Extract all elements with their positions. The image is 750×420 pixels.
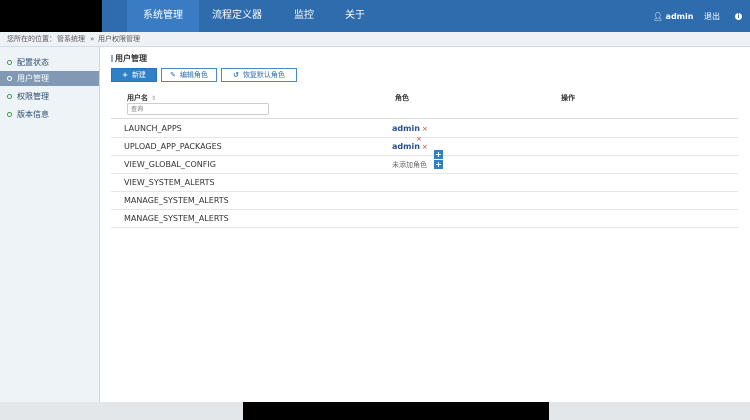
plus-icon: + [122,71,128,79]
row-username: LAUNCH_APPS [124,124,182,133]
sidebar-item-label: 配置状态 [17,58,49,67]
breadcrumb: 您所在的位置： 管系统理 » 用户权限管理 [0,32,750,47]
remove-role-icon[interactable]: × [422,143,428,151]
edit-role-button[interactable]: ✎ 编辑角色 [161,68,217,82]
sidebar-item-label: 用户管理 [17,74,49,83]
sidebar-item-version-info[interactable]: 版本信息 [0,107,99,122]
info-icon[interactable]: i [735,13,742,20]
username-label: admin [665,12,694,21]
nav-tab-monitor[interactable]: 监控 [280,0,328,32]
row-username: MANAGE_SYSTEM_ALERTS [124,214,229,223]
breadcrumb-current: 用户权限管理 [98,35,140,43]
row-username: UPLOAD_APP_PACKAGES [124,142,222,151]
breadcrumb-separator: » [90,35,95,43]
table-row: VIEW_GLOBAL_CONFIG 未添加角色 + [111,156,738,174]
no-role-text: 未添加角色 [392,161,427,169]
row-username: VIEW_SYSTEM_ALERTS [124,178,215,187]
edit-role-button-label: 编辑角色 [179,71,208,79]
bullet-icon [7,112,12,117]
bullet-icon [7,94,12,99]
new-button[interactable]: + 新建 [111,68,157,82]
nav-tab-system-management[interactable]: 系统管理 [127,0,199,32]
breadcrumb-prefix: 您所在的位置： [7,35,56,43]
nav-tab-process-definer[interactable]: 流程定义器 [202,0,272,32]
column-header-username-label: 用户名 [127,94,148,102]
footer-black-block [243,402,549,420]
sidebar-item-config-status[interactable]: 配置状态 [0,55,99,70]
nav-tab-about[interactable]: 关于 [334,0,376,32]
add-role-icon[interactable]: + [434,160,443,169]
role-tag-label: admin [392,124,420,133]
restore-default-roles-button-label: 恢复默认角色 [242,71,285,79]
logout-link[interactable]: 退出 [704,12,720,21]
sidebar-item-label: 版本信息 [17,110,49,119]
table-row: LAUNCH_APPS admin × [111,120,738,138]
row-username: VIEW_GLOBAL_CONFIG [124,160,216,169]
user-area: 👤︎ admin 退出 [653,0,720,32]
table-row: MANAGE_SYSTEM_ALERTS [111,210,738,228]
sidebar-item-permission-management[interactable]: 权限管理 [0,89,99,104]
breadcrumb-root-link[interactable]: 管系统理 [57,32,85,46]
role-tag-label: admin [392,142,420,151]
remove-role-icon[interactable]: × [416,135,422,143]
column-header-username[interactable]: 用户名 ⇕ [127,93,156,103]
top-left-black-block [0,0,102,32]
restore-default-roles-button[interactable]: ↺ 恢复默认角色 [221,68,297,82]
row-username: MANAGE_SYSTEM_ALERTS [124,196,229,205]
user-icon: 👤︎ [652,12,663,21]
main-content: 用户管理 +新建 ✎编辑角色 ↺恢复默认角色 用户名⇕ 角色 操作 LAUNCH… [100,47,750,402]
bullet-icon [7,60,12,65]
undo-icon: ↺ [233,71,239,79]
sort-icon[interactable]: ⇕ [151,95,156,102]
sidebar-item-label: 权限管理 [17,92,49,101]
pencil-icon: ✎ [170,71,176,79]
table-row: UPLOAD_APP_PACKAGES admin × × + [111,135,738,159]
remove-role-icon[interactable]: × [422,125,428,133]
column-header-action: 操作 [561,94,575,102]
title-marker [111,55,113,62]
section-title: 用户管理 [111,53,147,64]
table-row: VIEW_SYSTEM_ALERTS [111,174,738,192]
top-navbar: 系统管理 流程定义器 监控 关于 👤︎ admin 退出 i [102,0,750,32]
bullet-icon [7,76,12,81]
sidebar: 配置状态 用户管理 权限管理 版本信息 [0,47,100,402]
table-row: MANAGE_SYSTEM_ALERTS [111,192,738,210]
sidebar-item-user-management[interactable]: 用户管理 [0,71,99,86]
new-button-label: 新建 [131,71,146,79]
role-tag: admin × [392,142,428,151]
section-title-text: 用户管理 [115,54,147,63]
username-filter-input[interactable] [127,103,269,115]
column-header-role: 角色 [395,94,409,102]
role-tag: admin × [392,124,428,133]
table-header-divider [111,118,738,119]
